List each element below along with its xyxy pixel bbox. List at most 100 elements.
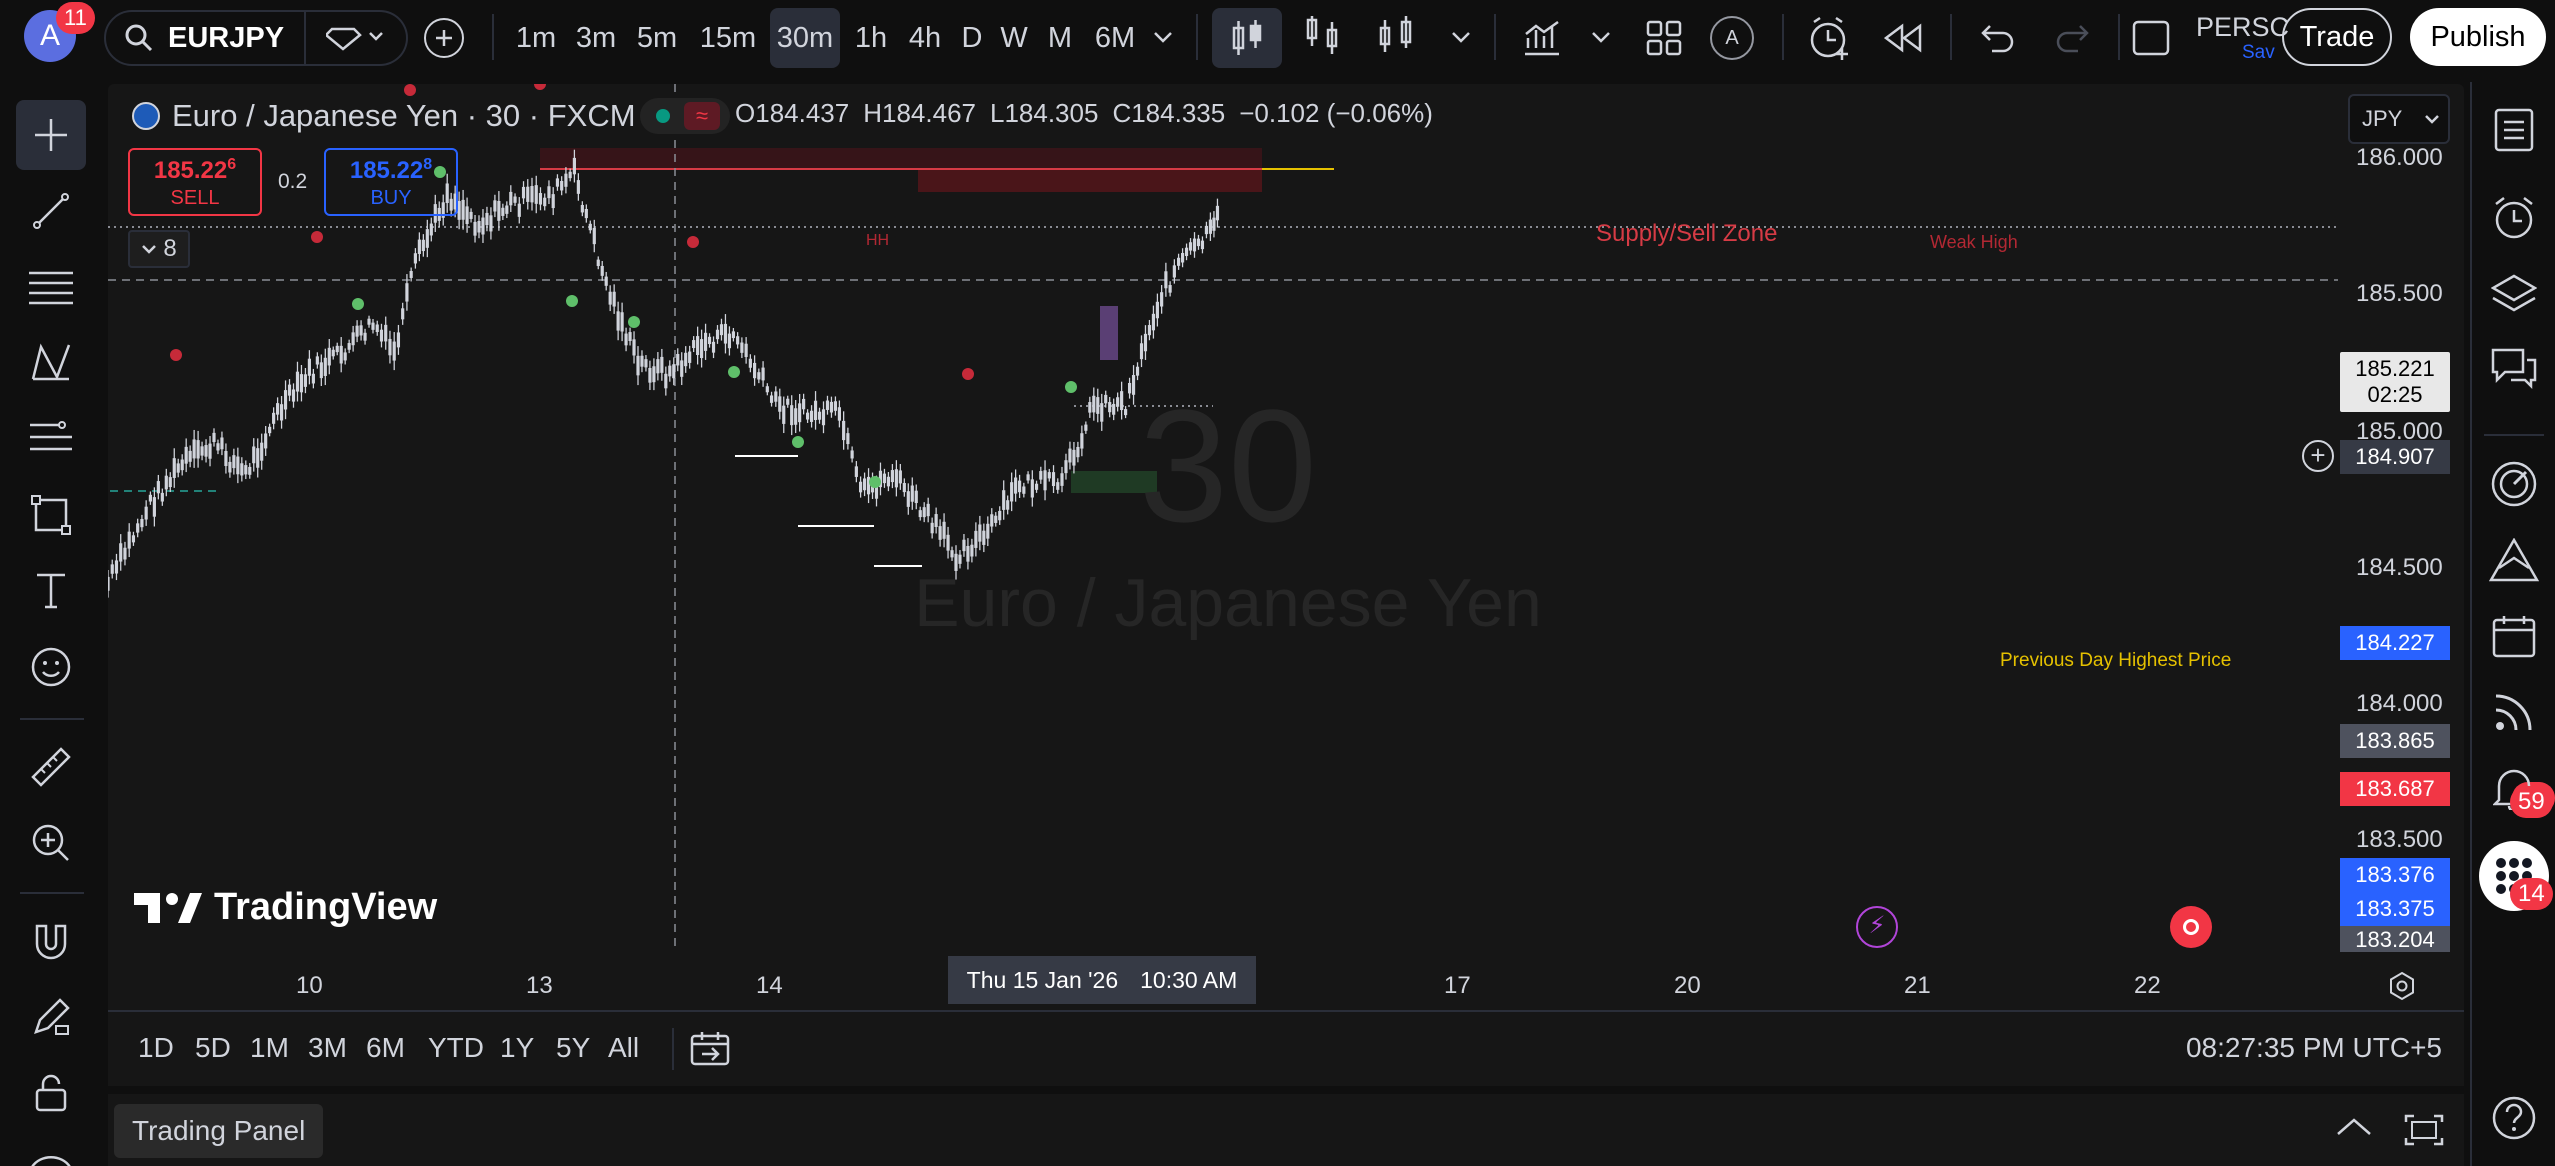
indicators-icon[interactable] bbox=[1522, 18, 1562, 58]
watchlist-button[interactable] bbox=[2478, 94, 2550, 166]
symbol-search[interactable]: EURJPY bbox=[104, 10, 306, 66]
timeframe-15m[interactable]: 15m bbox=[690, 8, 766, 68]
ideas-button[interactable] bbox=[2478, 524, 2550, 596]
timeframe-m[interactable]: M bbox=[1040, 8, 1080, 68]
help-button[interactable] bbox=[2478, 1082, 2550, 1154]
chevron-down-icon[interactable] bbox=[1152, 28, 1174, 46]
candle-body bbox=[628, 332, 632, 342]
drawing-mode-tool[interactable] bbox=[16, 982, 86, 1052]
timeframe-6m[interactable]: 6M bbox=[1086, 8, 1144, 68]
divider bbox=[2118, 14, 2120, 60]
trend-line-tool[interactable] bbox=[16, 176, 86, 246]
range-1d[interactable]: 1D bbox=[138, 1032, 174, 1064]
hide-tool[interactable] bbox=[16, 1132, 86, 1166]
layers-button[interactable] bbox=[2478, 258, 2550, 330]
market-status[interactable]: ≈ bbox=[640, 98, 730, 134]
indicators-toggle[interactable]: 8 bbox=[128, 230, 190, 268]
hotlist-button[interactable] bbox=[2478, 448, 2550, 520]
range-1m[interactable]: 1M bbox=[250, 1032, 289, 1064]
sell-button[interactable]: 185.226 SELL bbox=[128, 148, 262, 216]
fullscreen-icon[interactable] bbox=[2132, 20, 2170, 56]
candle-body bbox=[700, 339, 704, 359]
lightning-icon[interactable]: ⚡ bbox=[1856, 906, 1898, 948]
hollow-candles-icon[interactable] bbox=[1378, 14, 1418, 58]
symbol-title[interactable]: Euro / Japanese Yen · 30 · FXCM bbox=[172, 98, 636, 134]
zoom-in-icon bbox=[32, 824, 69, 861]
candle-body bbox=[272, 412, 276, 424]
forecast-tool[interactable] bbox=[16, 404, 86, 474]
candle-body bbox=[817, 411, 822, 420]
zoom-tool[interactable] bbox=[16, 808, 86, 878]
candle-body bbox=[123, 547, 127, 560]
time-axis[interactable]: 10 13 14 17 20 21 22 Thu 15 Jan '26 10:3… bbox=[108, 952, 2464, 1018]
alerts-button[interactable] bbox=[2478, 182, 2550, 254]
record-icon[interactable] bbox=[2170, 906, 2212, 948]
add-alert-icon[interactable]: + bbox=[2302, 440, 2334, 472]
chevron-up-icon[interactable] bbox=[2334, 1114, 2374, 1140]
account-name[interactable]: PERSC bbox=[2196, 12, 2289, 43]
calendar-button[interactable] bbox=[2478, 600, 2550, 672]
alert-clock-icon[interactable] bbox=[1806, 14, 1854, 62]
chevron-down-icon[interactable] bbox=[1590, 28, 1612, 46]
candles-chart-type-button[interactable] bbox=[1212, 8, 1282, 68]
auto-scale-button[interactable]: A bbox=[1710, 16, 1754, 60]
redo-icon[interactable] bbox=[2054, 22, 2090, 54]
range-5y[interactable]: 5Y bbox=[556, 1032, 590, 1064]
layouts-icon[interactable] bbox=[1646, 20, 1682, 56]
timeframe-1m[interactable]: 1m bbox=[508, 8, 564, 68]
candle-body bbox=[148, 494, 152, 502]
candle-body bbox=[612, 291, 616, 307]
currency-select[interactable]: JPY bbox=[2348, 94, 2450, 144]
candle-body bbox=[1068, 448, 1072, 463]
streams-button[interactable] bbox=[2478, 676, 2550, 748]
compare-button[interactable] bbox=[306, 10, 408, 66]
candle-body bbox=[798, 403, 802, 423]
settings-icon[interactable] bbox=[2386, 970, 2418, 1002]
notifications-count-badge: 14 bbox=[2510, 878, 2553, 910]
chart-pane[interactable]: 30 Euro / Japanese Yen Euro / Japanese Y… bbox=[108, 84, 2464, 1084]
candle-body bbox=[1060, 473, 1064, 486]
add-symbol-button[interactable] bbox=[424, 18, 464, 58]
range-3m[interactable]: 3M bbox=[308, 1032, 347, 1064]
timeframe-5m[interactable]: 5m bbox=[628, 8, 686, 68]
utc-clock[interactable]: 08:27:35 PM UTC+5 bbox=[2186, 1032, 2442, 1064]
candle-body bbox=[1184, 247, 1189, 257]
goto-date-icon[interactable] bbox=[690, 1030, 730, 1068]
trading-panel-tab[interactable]: Trading Panel bbox=[114, 1104, 324, 1158]
timeframe-30m[interactable]: 30m bbox=[770, 8, 840, 68]
replay-icon[interactable] bbox=[1884, 20, 1924, 56]
maximize-icon[interactable] bbox=[2404, 1112, 2444, 1148]
magnet-tool[interactable] bbox=[16, 908, 86, 978]
timeframe-d[interactable]: D bbox=[954, 8, 990, 68]
timeframe-1h[interactable]: 1h bbox=[846, 8, 896, 68]
trend-line-icon bbox=[33, 193, 69, 229]
pattern-tool[interactable] bbox=[16, 328, 86, 398]
range-5d[interactable]: 5D bbox=[195, 1032, 231, 1064]
buy-button[interactable]: 185.228 BUY bbox=[324, 148, 458, 216]
shapes-tool[interactable] bbox=[16, 480, 86, 550]
range-1y[interactable]: 1Y bbox=[500, 1032, 534, 1064]
undo-icon[interactable] bbox=[1980, 22, 2016, 54]
timeframe-4h[interactable]: 4h bbox=[900, 8, 950, 68]
chats-button[interactable] bbox=[2478, 332, 2550, 404]
range-all[interactable]: All bbox=[608, 1032, 639, 1064]
trade-button[interactable]: Trade bbox=[2282, 8, 2392, 66]
crosshair-tool[interactable] bbox=[16, 100, 86, 170]
price-tag-blue: 183.375 bbox=[2340, 892, 2450, 926]
measure-tool[interactable] bbox=[16, 732, 86, 802]
timeframe-w[interactable]: W bbox=[994, 8, 1034, 68]
candle-body bbox=[930, 522, 934, 534]
fib-tool[interactable] bbox=[16, 252, 86, 322]
candle-body bbox=[303, 374, 308, 387]
publish-button[interactable]: Publish bbox=[2410, 8, 2546, 66]
timeframe-3m[interactable]: 3m bbox=[568, 8, 624, 68]
range-ytd[interactable]: YTD bbox=[428, 1032, 484, 1064]
chevron-down-icon[interactable] bbox=[1450, 28, 1472, 46]
range-6m[interactable]: 6M bbox=[366, 1032, 405, 1064]
emoji-tool[interactable] bbox=[16, 632, 86, 702]
text-tool[interactable] bbox=[16, 556, 86, 626]
candle-body bbox=[307, 358, 311, 376]
bars-icon[interactable] bbox=[1304, 14, 1344, 58]
watchlist-icon bbox=[2494, 108, 2534, 152]
lock-tool[interactable] bbox=[16, 1058, 86, 1128]
